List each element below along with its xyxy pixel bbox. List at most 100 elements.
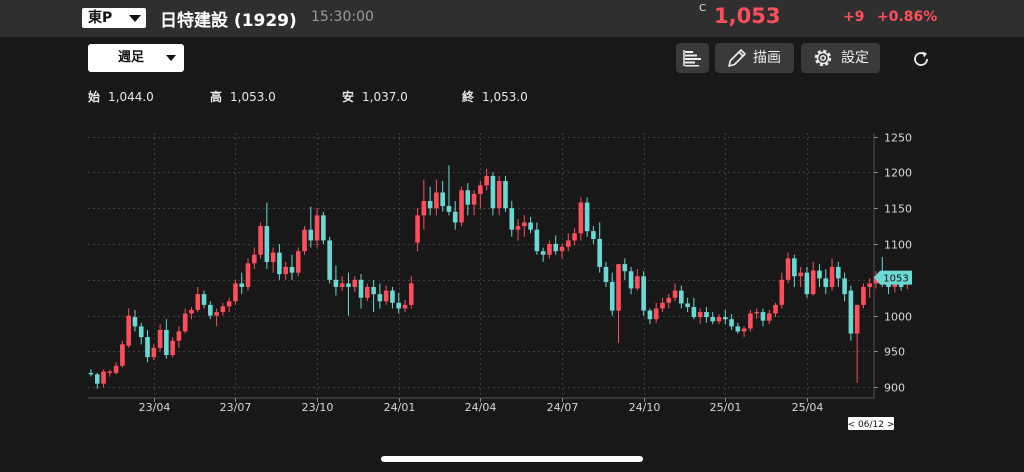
candle-body bbox=[823, 278, 829, 287]
candle-body bbox=[798, 272, 803, 277]
candle-body bbox=[176, 331, 182, 341]
candle-body bbox=[660, 302, 665, 309]
candle-body bbox=[710, 317, 716, 322]
candle-body bbox=[616, 264, 621, 311]
candle-body bbox=[358, 279, 364, 298]
candle-body bbox=[478, 185, 483, 194]
candle-body bbox=[258, 226, 263, 255]
candle-body bbox=[145, 337, 150, 358]
candle-body bbox=[817, 270, 822, 279]
candle-body bbox=[691, 307, 697, 318]
x-tick-label: 24/04 bbox=[465, 401, 497, 414]
candle-body bbox=[408, 283, 414, 305]
candle-body bbox=[239, 283, 245, 287]
y-tick-label: 1200 bbox=[884, 167, 912, 180]
candle-body bbox=[195, 294, 201, 310]
candle-body bbox=[766, 313, 772, 321]
candle-body bbox=[697, 312, 703, 318]
candle-body bbox=[440, 192, 445, 207]
candle-body bbox=[729, 319, 734, 327]
home-indicator[interactable] bbox=[381, 456, 643, 462]
y-tick-label: 1000 bbox=[884, 311, 912, 324]
candle-body bbox=[427, 201, 433, 209]
candle-body bbox=[289, 266, 295, 273]
candle-body bbox=[402, 304, 408, 309]
candle-body bbox=[383, 290, 389, 302]
candle-body bbox=[496, 180, 502, 209]
candle-body bbox=[829, 266, 835, 287]
candle-body bbox=[867, 283, 873, 287]
candle-body bbox=[189, 309, 194, 314]
last-date-label: < 06/12 > bbox=[848, 420, 895, 430]
candle-body bbox=[609, 281, 615, 311]
candle-body bbox=[126, 315, 131, 346]
candle-body bbox=[327, 240, 332, 280]
candle-body bbox=[666, 297, 672, 303]
candle-body bbox=[679, 290, 684, 304]
candle-body bbox=[672, 290, 678, 298]
candle-body bbox=[522, 222, 527, 227]
x-tick-label: 23/07 bbox=[220, 401, 252, 414]
candle-body bbox=[534, 229, 540, 252]
candle-body bbox=[628, 271, 634, 289]
candlestick-chart[interactable]: 12501200115011001050100095090023/0423/07… bbox=[0, 0, 1024, 472]
candle-body bbox=[748, 313, 753, 329]
candle-body bbox=[390, 290, 395, 303]
candle-body bbox=[94, 374, 100, 384]
x-tick-label: 24/01 bbox=[384, 401, 416, 414]
candle-body bbox=[270, 252, 276, 262]
candle-body bbox=[804, 272, 810, 295]
y-tick-label: 1150 bbox=[884, 203, 912, 216]
candle-body bbox=[245, 263, 251, 287]
candle-body bbox=[465, 190, 471, 205]
candle-body bbox=[157, 329, 163, 348]
candle-body bbox=[754, 312, 759, 314]
candle-body bbox=[377, 294, 383, 302]
candle-body bbox=[716, 317, 722, 322]
candle-body bbox=[251, 254, 257, 264]
candle-body bbox=[302, 229, 307, 252]
candle-body bbox=[578, 202, 584, 234]
candle-body bbox=[415, 215, 420, 243]
candle-body bbox=[503, 180, 508, 209]
candle-body bbox=[283, 266, 288, 275]
candle-body bbox=[446, 206, 452, 212]
y-tick-label: 1100 bbox=[884, 239, 912, 252]
candle-body bbox=[565, 240, 571, 247]
candle-body bbox=[88, 372, 94, 375]
x-tick-label: 23/04 bbox=[139, 401, 171, 414]
x-tick-label: 24/10 bbox=[629, 401, 661, 414]
candle-body bbox=[208, 304, 213, 316]
candle-body bbox=[653, 308, 659, 320]
candle-body bbox=[132, 317, 138, 327]
candle-body bbox=[597, 239, 602, 267]
candle-body bbox=[854, 304, 860, 334]
candle-body bbox=[685, 303, 690, 308]
candle-body bbox=[226, 301, 232, 307]
candle-body bbox=[484, 175, 489, 186]
candle-body bbox=[277, 252, 282, 275]
candle-body bbox=[101, 371, 106, 384]
candle-body bbox=[201, 294, 207, 305]
candle-body bbox=[352, 279, 358, 287]
candle-body bbox=[434, 192, 439, 209]
candle-body bbox=[584, 202, 590, 232]
candle-body bbox=[603, 266, 609, 282]
candle-body bbox=[471, 193, 477, 205]
candle-body bbox=[572, 233, 577, 241]
candle-body bbox=[547, 244, 552, 255]
x-tick-label: 23/10 bbox=[302, 401, 334, 414]
candle-body bbox=[113, 365, 119, 373]
x-tick-label: 25/01 bbox=[710, 401, 742, 414]
candle-body bbox=[295, 251, 301, 273]
candle-body bbox=[233, 283, 238, 302]
candle-body bbox=[553, 244, 559, 252]
candle-body bbox=[421, 201, 427, 216]
candle-body bbox=[591, 231, 596, 239]
candle-body bbox=[333, 279, 339, 287]
candle-body bbox=[810, 270, 816, 295]
candle-body bbox=[848, 290, 854, 334]
candle-body bbox=[308, 229, 314, 241]
candle-body bbox=[138, 326, 144, 338]
candle-body bbox=[220, 306, 226, 313]
